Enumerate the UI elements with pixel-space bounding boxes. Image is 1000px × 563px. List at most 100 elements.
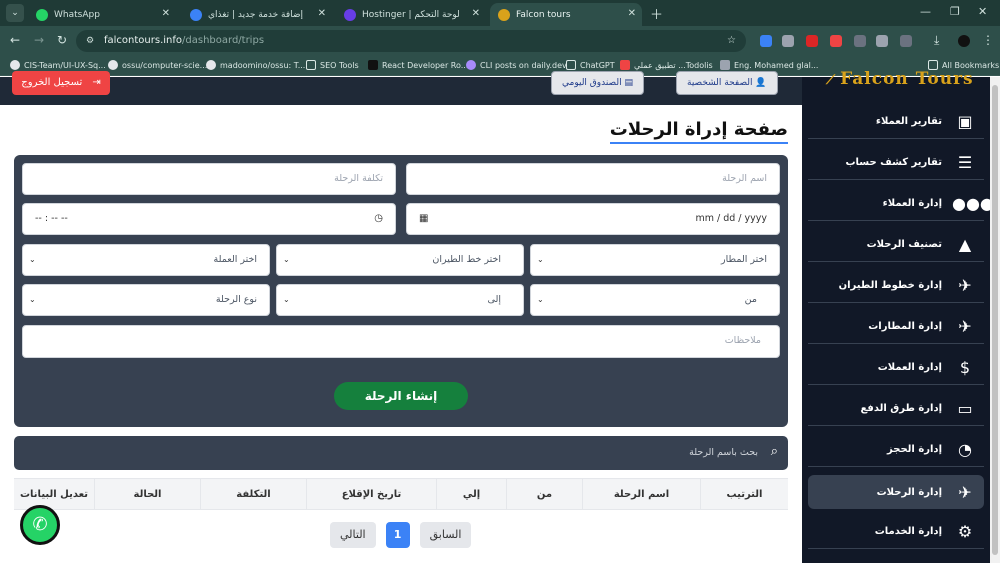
chevron-down-icon: ⌄ [537,255,544,264]
hostinger-icon [344,8,356,21]
close-icon[interactable]: ✕ [318,8,326,19]
column-header[interactable]: التكلفة [200,479,306,510]
page: تسجيل الخروج ⇥ الصندوق اليومي ▤ الصفحة ال… [0,69,1000,563]
minimize-icon[interactable]: — [920,5,931,18]
github-icon [10,60,20,70]
new-tab-icon[interactable]: ＋ [650,4,663,23]
maximize-icon[interactable]: ❐ [950,5,960,18]
extension-icon[interactable] [760,35,772,47]
menu-icon[interactable]: ⋮ [982,33,994,47]
sidebar-item-trips[interactable]: إدارة الرحلات ✈ [808,475,984,509]
from-select[interactable]: من ⌄ [530,284,780,316]
users-icon: ●●● [952,194,994,213]
bookmark-item[interactable]: Eng. Mohamed glal... [720,60,818,70]
create-trip-button[interactable]: إنشاء الرحلة [334,382,468,410]
next-page-button[interactable]: التالي [330,522,376,548]
trip-cost-input[interactable]: تكلفة الرحلة [22,163,396,195]
prev-page-button[interactable]: السابق [419,522,472,548]
bookmark-item[interactable]: CIS-Team/UI-UX-Sq... [10,60,106,70]
search-icon: ⌕ [770,444,778,459]
sidebar-item-customer-reports[interactable]: تقارير العملاء ▣ [808,105,984,139]
profile-button[interactable]: الصفحة الشخصية 👤 [676,71,778,95]
notes-textarea[interactable]: ملاحظات [22,325,780,358]
avatar[interactable] [958,35,970,47]
falcon-tours-logo: ⟋ Falcon Tours [826,69,974,89]
currency-select[interactable]: اختر العملة ⌄ [22,244,270,276]
sidebar-item-trip-categories[interactable]: تصنيف الرحلات ▲ [808,228,984,262]
trip-form: اسم الرحلة تكلفة الرحلة mm / dd / yyyy ▦… [14,155,788,427]
to-select[interactable]: إلى ⌄ [276,284,524,316]
close-icon[interactable]: ✕ [162,8,170,19]
extension-icon[interactable] [782,35,794,47]
address-bar[interactable]: ⚙ falcontours.info/dashboard/trips ☆ [76,30,746,52]
daily-box-button[interactable]: الصندوق اليومي ▤ [551,71,644,95]
reload-icon[interactable]: ↻ [57,33,67,47]
camera-icon[interactable] [876,35,888,47]
close-icon[interactable]: ✕ [472,8,480,19]
sidebar-item-airlines[interactable]: إدارة خطوط الطيران ✈ [808,269,984,303]
bookmark-item[interactable]: SEO Tools [306,60,359,70]
search-input[interactable]: بحث باسم الرحلة [689,436,758,470]
bookmark-item[interactable]: ossu/computer-scie... [108,60,207,70]
column-header[interactable]: من [506,479,582,510]
page-scrollbar[interactable] [990,77,1000,563]
airline-select[interactable]: اختر خط الطيران ⌄ [276,244,524,276]
scrollbar-thumb[interactable] [992,85,998,555]
tab-whatsapp[interactable]: WhatsApp ✕ [28,3,176,26]
bookmark-item[interactable]: CLI posts on daily.dev [466,60,567,70]
folder-icon [566,60,576,70]
departure-date-input[interactable]: mm / dd / yyyy ▦ [406,203,780,235]
site-info-icon[interactable]: ⚙ [86,30,94,52]
logout-button[interactable]: تسجيل الخروج ⇥ [12,71,110,95]
tab-taghthai[interactable]: إضافة خدمة جديد | تغذاي ✕ [182,3,332,26]
page-number-button[interactable]: 1 [385,522,410,548]
column-header[interactable]: تاريخ الإقلاع [306,479,436,510]
tab-search-icon[interactable]: ⌄ [6,4,24,22]
column-header[interactable]: اسم الرحلة [582,479,700,510]
sidebar-item-customers[interactable]: إدارة العملاء ●●● [808,187,994,221]
calendar-icon[interactable]: ▦ [419,204,428,234]
whatsapp-float-button[interactable]: ✆ [20,505,60,545]
sidebar-item-services[interactable]: إدارة الخدمات ⚙ [808,515,984,549]
plane-icon: ✈ [958,482,972,502]
sidebar-item-bookings[interactable]: إدارة الحجز ◔ [808,433,984,467]
back-icon[interactable]: ← [10,33,20,47]
airport-select[interactable]: اختر المطار ⌄ [530,244,780,276]
column-header[interactable]: الترتيب [700,479,788,510]
clock-icon[interactable]: ◷ [374,204,383,234]
browser-tabstrip: ⌄ WhatsApp ✕ إضافة خدمة جديد | تغذاي ✕ H… [0,0,1000,26]
download-icon[interactable]: ⤓ [934,33,939,48]
adblock-icon[interactable] [806,35,818,47]
departure-time-input[interactable]: -- : -- -- ◷ [22,203,396,235]
user-icon: 👤 [755,78,767,88]
sidebar-item-payment-methods[interactable]: إدارة طرق الدفع ▭ [808,392,984,426]
bookmark-item[interactable]: ChatGPT [566,60,615,70]
main-content: صفحة إدراة الرحلات اسم الرحلة تكلفة الرح… [0,105,802,563]
shapes-icon: ▲ [958,235,972,254]
bookmark-item[interactable]: تطبيق عملي ...Todolis [620,60,713,70]
column-header[interactable]: الحالة [94,479,200,510]
forward-icon[interactable]: → [34,33,44,47]
bookmark-item[interactable]: React Developer Ro... [368,60,468,70]
trip-type-select[interactable]: نوع الرحلة ⌄ [22,284,270,316]
extension-icon[interactable] [854,35,866,47]
sidebar-item-statement-reports[interactable]: تقارير كشف حساب ☰ [808,146,984,180]
gauge-icon: ◔ [958,440,972,459]
close-icon[interactable]: ✕ [628,8,636,19]
chevron-down-icon: ⌄ [29,255,36,264]
column-header[interactable]: تعديل البيانات [14,479,94,510]
sidebar-item-airports[interactable]: إدارة المطارات ✈ [808,310,984,344]
sidebar: ⟋ Falcon Tours تقارير العملاء ▣ تقارير كش… [802,69,994,563]
puzzle-icon[interactable] [900,35,912,47]
bookmark-item[interactable]: madoomino/ossu: T... [206,60,305,70]
bookmark-star-icon[interactable]: ☆ [727,30,736,52]
folder-icon [306,60,316,70]
column-header[interactable]: إلي [436,479,506,510]
chevron-down-icon: ⌄ [283,295,290,304]
extension-icon[interactable] [830,35,842,47]
tab-hostinger[interactable]: Hostinger | لوحة التحكم ✕ [336,3,486,26]
sidebar-item-currencies[interactable]: إدارة العملات $ [808,351,984,385]
trip-name-input[interactable]: اسم الرحلة [406,163,780,195]
tab-falcon-tours[interactable]: Falcon tours ✕ [490,3,642,26]
window-close-icon[interactable]: ✕ [978,5,987,18]
